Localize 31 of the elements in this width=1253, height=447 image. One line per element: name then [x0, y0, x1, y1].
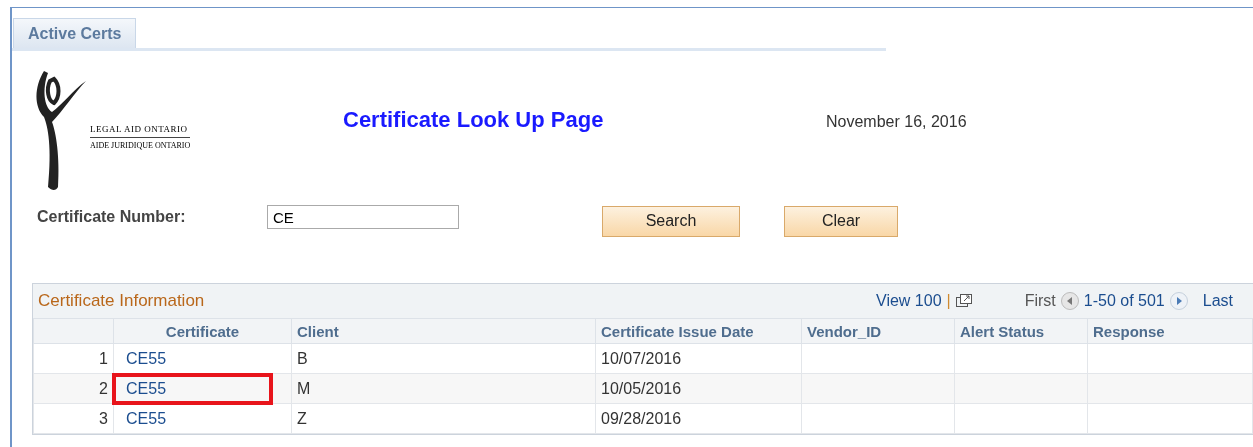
table-cell: 10/07/2016 — [601, 349, 682, 367]
previous-icon[interactable] — [1060, 292, 1079, 310]
view-link[interactable]: View 100 — [876, 292, 942, 310]
row-number: 2 — [99, 379, 108, 397]
action-button[interactable]: Clear — [784, 205, 898, 237]
row-number: 1 — [99, 349, 108, 367]
certificate-link[interactable]: CE55 — [126, 409, 167, 427]
first-text: First — [1024, 292, 1056, 310]
date-text: November 16, 2016 — [826, 112, 967, 131]
table-cell: Z — [297, 409, 307, 427]
page-title: Certificate Look Up Page — [343, 107, 605, 133]
separator-text: | — [946, 292, 951, 310]
row-number: 3 — [99, 409, 108, 427]
grid-title: Certificate Information — [38, 291, 205, 311]
next-icon[interactable] — [1169, 292, 1188, 310]
logo-text: LEGAL AID ONTARIO — [90, 123, 191, 138]
range-text: 1-50 of 501 — [1083, 292, 1165, 310]
tab[interactable]: Active Certs — [13, 18, 137, 48]
logo-text: AIDE JURIDIQUE ONTARIO — [90, 139, 191, 150]
last-link[interactable]: Last — [1202, 292, 1233, 310]
table-cell: M — [297, 379, 311, 397]
popout-icon[interactable] — [955, 294, 972, 308]
column-header[interactable]: Client — [297, 322, 339, 340]
table-cell: 09/28/2016 — [601, 409, 682, 427]
field-label: Certificate Number: — [37, 208, 187, 226]
table-cell: B — [297, 349, 308, 367]
certificate-number-field[interactable]: CE — [267, 205, 459, 229]
action-button[interactable]: Search — [602, 205, 740, 237]
certificate-link[interactable]: CE55 — [126, 349, 167, 367]
table-cell: 10/05/2016 — [601, 379, 682, 397]
certificate-link[interactable]: CE55 — [126, 379, 167, 397]
